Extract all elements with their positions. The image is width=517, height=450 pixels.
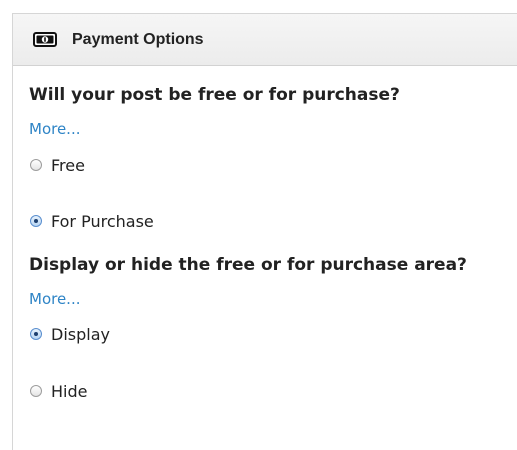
more-link-display-or-hide[interactable]: More... <box>29 290 81 308</box>
radio-label-hide: Hide <box>51 381 88 401</box>
radio-label-free: Free <box>51 155 85 175</box>
panel-header: Payment Options <box>13 14 517 66</box>
more-link-free-or-purchase[interactable]: More... <box>29 120 81 138</box>
payment-options-panel: Payment Options Will your post be free o… <box>12 13 517 450</box>
panel-title: Payment Options <box>72 30 204 48</box>
radio-button-for-purchase[interactable] <box>30 215 42 227</box>
panel-body: Will your post be free or for purchase? … <box>13 66 517 401</box>
radio-button-hide[interactable] <box>30 385 42 397</box>
radio-label-for-purchase: For Purchase <box>51 211 154 231</box>
radio-option-hide[interactable]: Hide <box>29 381 517 401</box>
radio-option-free[interactable]: Free <box>29 155 517 175</box>
radio-button-free[interactable] <box>30 159 42 171</box>
radio-option-display[interactable]: Display <box>29 324 517 344</box>
question-display-or-hide: Display or hide the free or for purchase… <box>29 255 467 275</box>
question-free-or-purchase: Will your post be free or for purchase? <box>29 85 400 105</box>
radio-button-display[interactable] <box>30 328 42 340</box>
radio-option-for-purchase[interactable]: For Purchase <box>29 211 517 231</box>
money-icon <box>33 32 57 47</box>
radio-label-display: Display <box>51 324 110 344</box>
